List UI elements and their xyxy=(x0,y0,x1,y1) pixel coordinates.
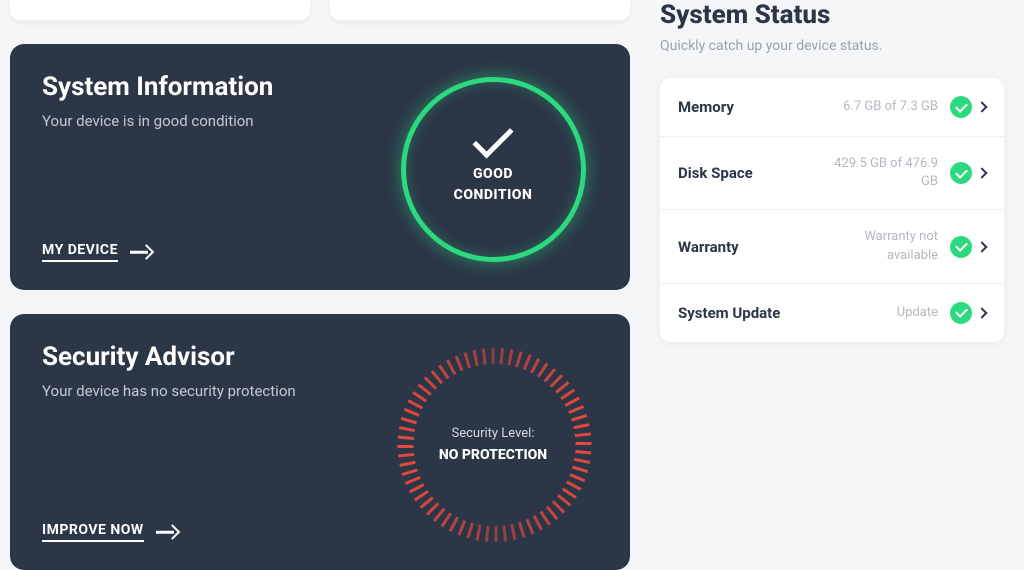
status-value: 6.7 GB of 7.3 GB xyxy=(843,98,938,116)
top-card-placeholder-1 xyxy=(10,0,310,20)
chevron-right-icon xyxy=(976,241,987,252)
improve-now-button[interactable]: IMPROVE NOW xyxy=(42,522,178,542)
security-title: Security Advisor xyxy=(42,342,388,372)
system-condition-gauge: GOOD CONDITION xyxy=(401,77,586,262)
check-circle-icon xyxy=(950,96,972,118)
improve-now-label: IMPROVE NOW xyxy=(42,522,144,542)
security-level-gauge: Security Level: NO PROTECTION xyxy=(396,347,591,542)
system-status-subtitle: Quickly catch up your device status. xyxy=(660,38,1004,54)
system-info-subtitle: Your device is in good condition xyxy=(42,112,388,130)
my-device-label: MY DEVICE xyxy=(42,242,118,262)
check-circle-icon xyxy=(950,162,972,184)
chevron-right-icon xyxy=(976,307,987,318)
system-status-title: System Status xyxy=(660,0,1004,30)
chevron-right-icon xyxy=(976,168,987,179)
arrow-right-icon xyxy=(130,245,152,259)
top-card-placeholder-2 xyxy=(330,0,630,20)
status-label: System Update xyxy=(678,304,897,322)
status-row-memory[interactable]: Memory 6.7 GB of 7.3 GB xyxy=(660,78,1004,137)
check-circle-icon xyxy=(950,302,972,324)
system-status-list: Memory 6.7 GB of 7.3 GB Disk Space 429.5… xyxy=(660,78,1004,342)
status-row-update[interactable]: System Update Update xyxy=(660,284,1004,342)
status-label: Disk Space xyxy=(678,164,828,182)
system-info-title: System Information xyxy=(42,72,388,102)
status-value: Warranty not available xyxy=(828,228,938,264)
my-device-button[interactable]: MY DEVICE xyxy=(42,242,152,262)
arrow-right-icon xyxy=(156,525,178,539)
status-label: Warranty xyxy=(678,238,828,256)
status-label: Memory xyxy=(678,98,843,116)
status-value: Update xyxy=(897,304,938,322)
status-row-disk[interactable]: Disk Space 429.5 GB of 476.9 GB xyxy=(660,137,1004,210)
status-value: 429.5 GB of 476.9 GB xyxy=(828,155,938,191)
system-information-card: System Information Your device is in goo… xyxy=(10,44,630,290)
security-advisor-card: Security Advisor Your device has no secu… xyxy=(10,314,630,570)
status-row-warranty[interactable]: Warranty Warranty not available xyxy=(660,210,1004,283)
checkmark-icon xyxy=(472,117,513,158)
check-circle-icon xyxy=(950,236,972,258)
gauge-label-good: GOOD CONDITION xyxy=(454,164,533,206)
security-subtitle: Your device has no security protection xyxy=(42,382,388,400)
chevron-right-icon xyxy=(976,101,987,112)
system-status-header: System Status Quickly catch up your devi… xyxy=(660,0,1004,54)
